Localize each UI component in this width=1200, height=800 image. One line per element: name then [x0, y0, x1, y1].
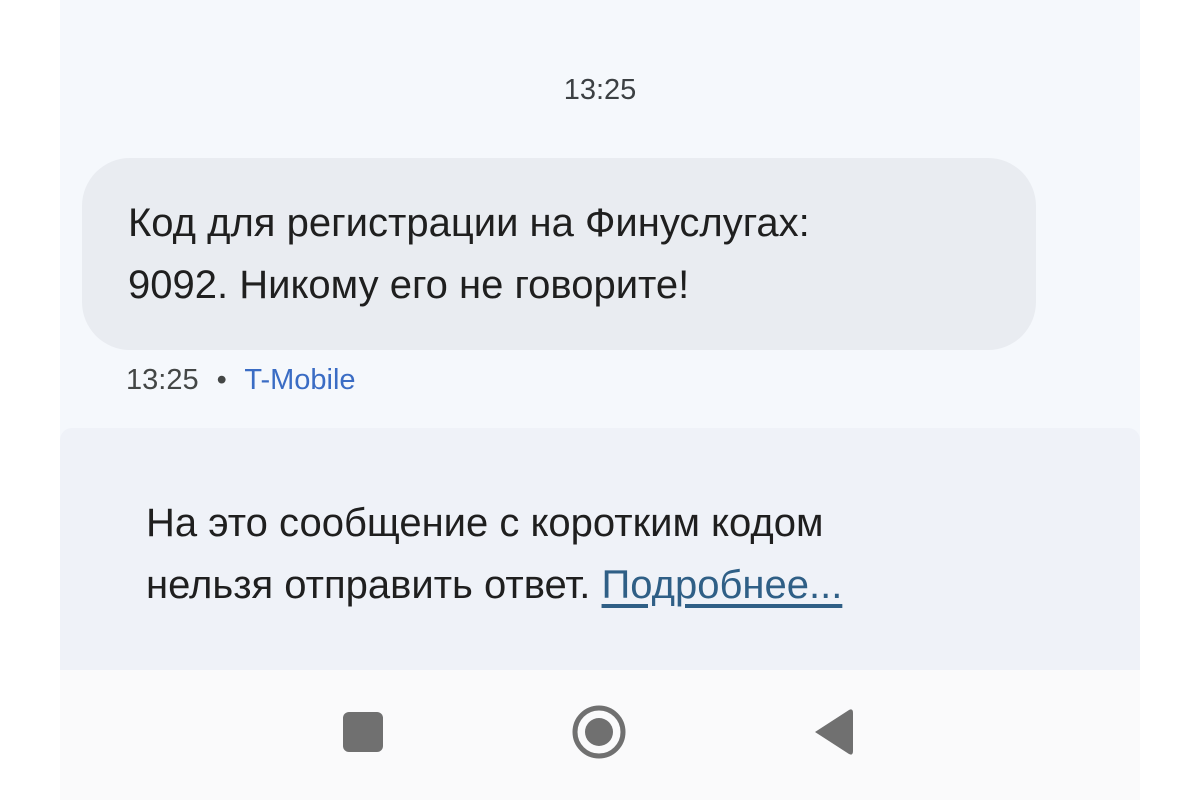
triangle-back-icon: [815, 709, 853, 755]
system-navigation-bar: [60, 670, 1140, 800]
message-meta: 13:25 • T-Mobile: [126, 364, 356, 397]
learn-more-link[interactable]: Подробнее...: [602, 563, 843, 607]
message-time: 13:25: [126, 364, 199, 396]
home-button[interactable]: [569, 702, 629, 762]
message-text-line-2: 9092. Никому его не говорите!: [128, 263, 690, 307]
back-button[interactable]: [803, 702, 863, 762]
carrier-label: T-Mobile: [244, 364, 356, 396]
square-icon: [343, 712, 383, 752]
message-text-line-1: Код для регистрации на Финуслугах:: [128, 201, 810, 245]
notice-line-1: На это сообщение с коротким кодом: [146, 501, 824, 545]
recent-apps-button[interactable]: [333, 702, 393, 762]
short-code-notice: На это сообщение с коротким кодом нельзя…: [60, 428, 1140, 670]
notice-line-2: нельзя отправить ответ. Подробнее...: [146, 554, 1080, 616]
notice-text: нельзя отправить ответ.: [146, 563, 591, 607]
conversation-time-header: 13:25: [563, 74, 637, 106]
circle-home-icon: [572, 705, 626, 759]
messages-screen: 13:25 Код для регистрации на Финуслугах:…: [60, 0, 1140, 800]
meta-separator: •: [216, 364, 227, 396]
message-bubble[interactable]: Код для регистрации на Финуслугах: 9092.…: [82, 158, 1036, 350]
